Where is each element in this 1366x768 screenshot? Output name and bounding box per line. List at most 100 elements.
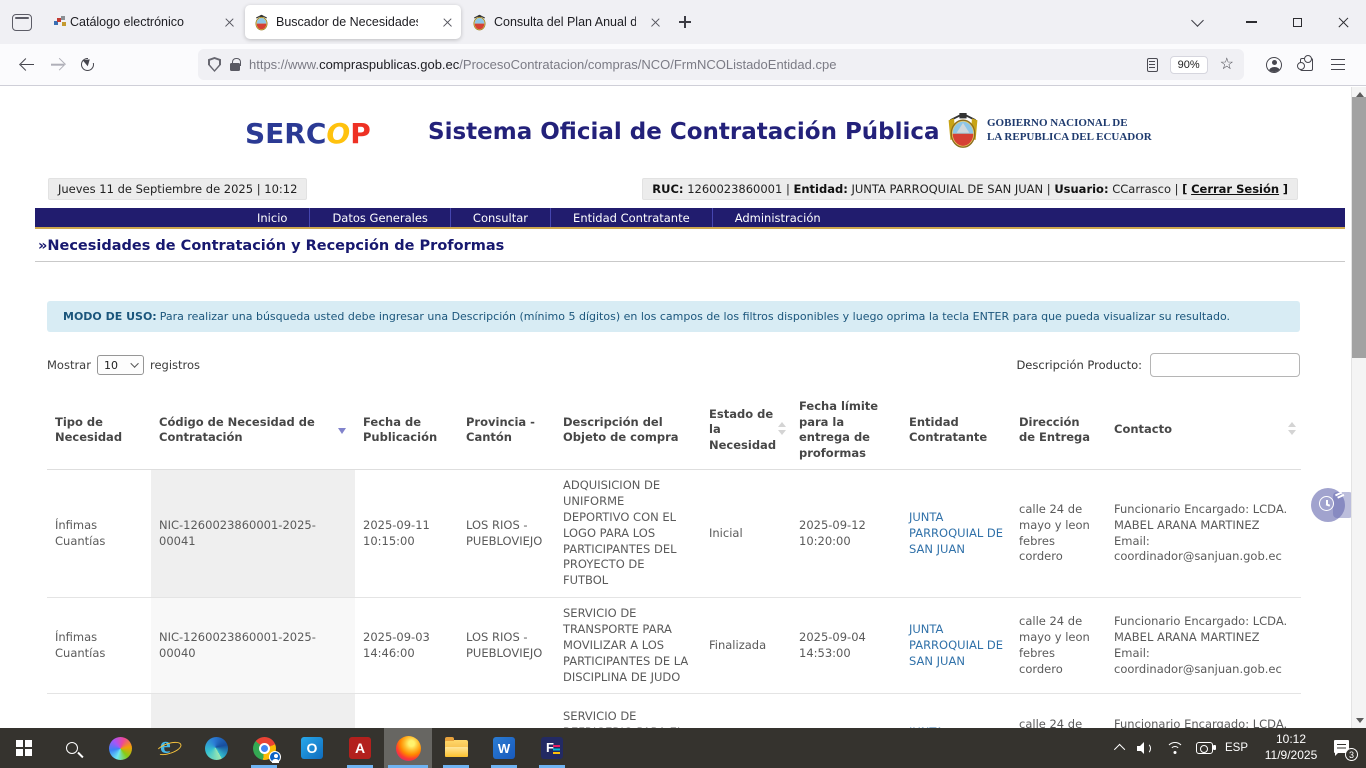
taskbar-fes-button[interactable] [528, 728, 576, 768]
product-filter-label: Descripción Producto: [1016, 358, 1142, 372]
col-tipo-necesidad[interactable]: Tipo de Necesidad [47, 391, 151, 470]
taskbar-explorer-button[interactable] [432, 728, 480, 768]
reload-icon [81, 58, 94, 71]
taskbar-outlook-button[interactable] [288, 728, 336, 768]
entidad-link[interactable]: JUNTA PARROQUIAL DE SAN JUAN [909, 510, 1003, 556]
back-button[interactable] [12, 50, 42, 80]
cell-codigo: NIC-1260023860001-2025-00041 [151, 470, 355, 598]
ecuador-coat-of-arms-icon [945, 111, 981, 151]
tab-buscador-necesidades[interactable]: Buscador de Necesidades de Co [245, 5, 461, 39]
window-restore-button[interactable] [1274, 0, 1320, 44]
firefox-icon [396, 736, 421, 761]
meet-now-icon[interactable] [1196, 742, 1213, 754]
edge-icon [205, 737, 228, 760]
start-button[interactable] [0, 728, 48, 768]
taskbar-word-button[interactable] [480, 728, 528, 768]
action-center-button[interactable]: 3 [1334, 738, 1356, 758]
file-explorer-icon [445, 740, 468, 757]
usage-label: MODO DE USO: [63, 310, 157, 323]
taskbar-search-button[interactable] [48, 728, 96, 768]
nav-item-administracion[interactable]: Administración [712, 208, 843, 227]
entidad-link[interactable]: JUNTA PARROQUIAL DE SAN JUAN [909, 622, 1003, 668]
new-tab-button[interactable] [679, 16, 691, 28]
taskbar-edge-button[interactable] [192, 728, 240, 768]
tab-close-icon[interactable] [651, 18, 660, 27]
account-button[interactable] [1258, 50, 1290, 80]
page-viewport: SERCOP Sistema Oficial de Contratación P… [0, 87, 1366, 728]
nav-item-entidad-contratante[interactable]: Entidad Contratante [550, 208, 712, 227]
sercop-logo-o: O [326, 117, 350, 150]
scrollbar-thumb[interactable] [1352, 97, 1366, 358]
lock-icon[interactable] [230, 63, 240, 71]
tab-close-icon[interactable] [443, 18, 452, 27]
scroll-down-button[interactable] [1352, 713, 1366, 728]
taskbar-ie-button[interactable] [144, 728, 192, 768]
tab-catalogo-electronico[interactable]: Catálogo electrónico [46, 5, 243, 39]
nav-item-consultar[interactable]: Consultar [450, 208, 550, 227]
page-size-select[interactable]: 10 [97, 355, 144, 375]
tab-consulta-plan-anual[interactable]: Consulta del Plan Anual de Con [463, 5, 669, 39]
col-contacto[interactable]: Contacto [1106, 391, 1301, 470]
col-contacto-label: Contacto [1114, 422, 1172, 436]
tray-expand-chevron-icon[interactable] [1114, 744, 1125, 755]
menu-button[interactable] [1322, 50, 1354, 80]
site-header: SERCOP Sistema Oficial de Contratación P… [0, 87, 1351, 179]
extensions-button[interactable] [1290, 50, 1322, 80]
window-close-button[interactable] [1320, 0, 1366, 44]
window-minimize-button[interactable] [1228, 0, 1274, 44]
page-scrollbar[interactable] [1351, 87, 1366, 728]
tray-clock[interactable]: 10:12 11/9/2025 [1260, 732, 1322, 763]
col-estado-necesidad[interactable]: Estado de la Necesidad [701, 391, 791, 470]
col-entidad-contratante[interactable]: Entidad Contratante [901, 391, 1011, 470]
show-prefix-label: Mostrar [47, 358, 91, 372]
reader-mode-icon[interactable] [1147, 58, 1158, 72]
cell-estado: Finalizada [701, 694, 791, 728]
col-fecha-publicacion[interactable]: Fecha de Publicación [355, 391, 458, 470]
col-fecha-limite[interactable]: Fecha límite para la entrega de proforma… [791, 391, 901, 470]
cell-direccion: calle 24 de mayo y leon febres cordero [1011, 694, 1106, 728]
col-descripcion-objeto[interactable]: Descripción del Objeto de compra [555, 391, 701, 470]
product-description-input[interactable] [1150, 353, 1300, 377]
taskbar-chrome-button[interactable] [240, 728, 288, 768]
cell-provincia: LOS RIOS - PUEBLOVIEJO [458, 470, 555, 598]
tracking-shield-icon[interactable] [208, 57, 221, 72]
user-value: CCarrasco [1112, 182, 1171, 196]
user-label: Usuario: [1054, 182, 1108, 196]
wifi-icon[interactable] [1166, 742, 1184, 755]
firefox-view-button[interactable] [12, 14, 32, 31]
cell-tipo: Ínfimas Cuantías [47, 694, 151, 728]
nav-item-datos-generales[interactable]: Datos Generales [309, 208, 449, 227]
taskbar-copilot-button[interactable] [96, 728, 144, 768]
logout-link[interactable]: Cerrar Sesión [1191, 182, 1279, 196]
cell-direccion: calle 24 de mayo y leon febres cordero [1011, 470, 1106, 598]
zoom-level-chip[interactable]: 90% [1170, 56, 1208, 74]
sercop-logo: SERCOP [245, 117, 371, 150]
language-indicator[interactable]: ESP [1225, 742, 1248, 754]
table-row: Ínfimas Cuantías NIC-1260023860001-2025-… [47, 694, 1301, 728]
ruc-label: RUC: [652, 182, 683, 196]
url-bar[interactable]: https://www.compraspublicas.gob.ec/Proce… [198, 49, 1244, 80]
cell-tipo: Ínfimas Cuantías [47, 470, 151, 598]
internet-explorer-icon [156, 736, 180, 760]
outlook-icon [301, 737, 323, 759]
taskbar-acrobat-button[interactable] [336, 728, 384, 768]
session-timer-widget[interactable] [1311, 488, 1345, 522]
page-title: »Necesidades de Contratación y Recepción… [38, 238, 504, 254]
sort-icon [1288, 422, 1296, 435]
bookmark-star-icon[interactable]: ☆ [1220, 57, 1234, 73]
page-title-wrap: »Necesidades de Contratación y Recepción… [35, 235, 1345, 262]
list-all-tabs-icon[interactable] [1191, 14, 1204, 27]
cell-estado: Finalizada [701, 598, 791, 694]
taskbar-firefox-button[interactable] [384, 728, 432, 768]
col-direccion-entrega[interactable]: Dirección de Entrega [1011, 391, 1106, 470]
volume-icon[interactable] [1137, 741, 1154, 755]
tab-close-icon[interactable] [225, 18, 234, 27]
windows-taskbar: ESP 10:12 11/9/2025 3 [0, 728, 1366, 768]
main-nav: Inicio Datos Generales Consultar Entidad… [35, 208, 1345, 229]
col-codigo-necesidad[interactable]: Código de Necesidad de Contratación [151, 391, 355, 470]
reload-button[interactable] [72, 50, 102, 80]
nav-item-inicio[interactable]: Inicio [235, 208, 309, 227]
col-provincia-canton[interactable]: Provincia - Cantón [458, 391, 555, 470]
screen: Catálogo electrónico Buscador de Necesid… [0, 0, 1366, 768]
forward-button[interactable] [42, 50, 72, 80]
